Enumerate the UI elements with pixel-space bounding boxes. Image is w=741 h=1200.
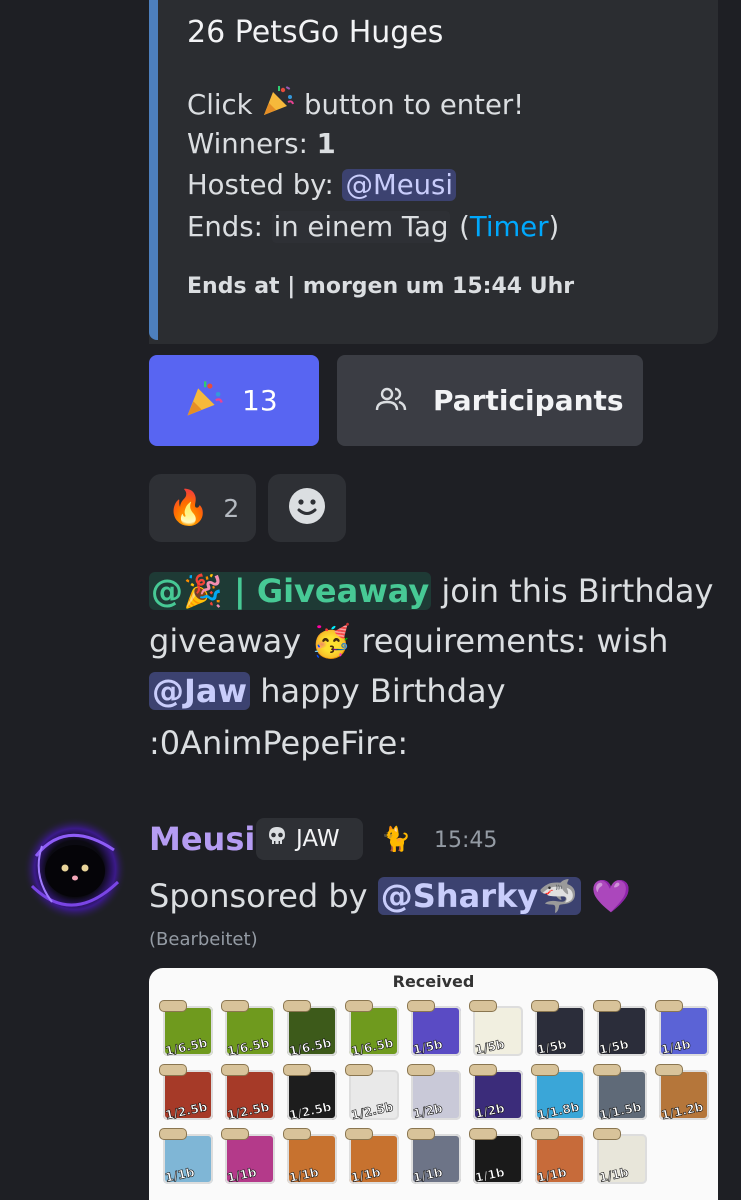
host-mention[interactable]: @Meusi <box>342 169 457 201</box>
giveaway-role-mention[interactable]: @🎉 | Giveaway <box>149 572 432 610</box>
purple-heart-emoji: 💜 <box>591 877 631 915</box>
message-line-4: :0AnimPepeFire: <box>149 724 409 762</box>
huge-badge-icon <box>531 1128 559 1140</box>
sponsored-line: Sponsored by @Sharky🦈 💜 <box>149 877 631 915</box>
huge-badge-icon <box>159 1128 187 1140</box>
sharky-mention[interactable]: @Sharky🦈 <box>377 877 581 915</box>
huge-badge-icon <box>531 1000 559 1012</box>
huge-badge-icon <box>469 1064 497 1076</box>
cat-emoji: 🐈 <box>381 825 411 853</box>
partying-face-emoji: 🥳 <box>311 622 352 660</box>
reaction-fire[interactable]: 🔥 2 <box>149 474 256 542</box>
server-tag-label: JAW <box>296 826 340 852</box>
timer-link[interactable]: Timer <box>470 211 549 243</box>
huge-badge-icon <box>469 1128 497 1140</box>
ends-label: Ends: <box>187 211 272 243</box>
fire-emoji: 🔥 <box>167 488 210 528</box>
winners-value: 1 <box>316 128 336 160</box>
embed-hosted-line: Hosted by: @Meusi <box>187 169 457 201</box>
hosted-label: Hosted by: <box>187 169 343 201</box>
huge-badge-icon <box>345 1064 373 1076</box>
message-line-1: @🎉 | Giveaway join this Birthday <box>149 572 713 610</box>
participants-button[interactable]: Participants <box>337 355 643 446</box>
embed-click-line: Click button to enter! <box>187 84 524 125</box>
embed-click-after: button to enter! <box>295 89 525 121</box>
huge-badge-icon <box>283 1000 311 1012</box>
message-line-2: giveaway 🥳 requirements: wish <box>149 622 668 660</box>
embed-winners-line: Winners: 1 <box>187 128 336 160</box>
timer-open: ( <box>450 211 470 243</box>
message-line1-rest: join this Birthday <box>431 572 714 610</box>
participants-label: Participants <box>433 384 624 417</box>
huge-badge-icon <box>593 1128 621 1140</box>
embed-accent-bar <box>149 0 158 340</box>
huge-badge-icon <box>283 1128 311 1140</box>
skull-icon <box>266 825 288 853</box>
huge-badge-icon <box>593 1000 621 1012</box>
sponsored-prefix: Sponsored by <box>149 877 378 915</box>
embed-footer: Ends at | morgen um 15:44 Uhr <box>187 274 575 299</box>
huge-badge-icon <box>221 1064 249 1076</box>
smiley-icon <box>287 486 327 530</box>
add-reaction-button[interactable] <box>268 474 346 542</box>
huge-badge-icon <box>159 1000 187 1012</box>
huge-badge-icon <box>345 1000 373 1012</box>
huge-badge-icon <box>221 1000 249 1012</box>
server-tag[interactable]: JAW <box>256 818 363 860</box>
enter-giveaway-button[interactable]: 13 <box>149 355 319 446</box>
attachment-title: Received <box>392 972 475 991</box>
message-line2-before: giveaway <box>149 622 312 660</box>
huge-badge-icon <box>655 1000 683 1012</box>
huge-badge-icon <box>221 1128 249 1140</box>
huge-badge-icon <box>407 1064 435 1076</box>
ends-value: in einem Tag <box>271 211 451 243</box>
users-icon <box>375 385 407 417</box>
embed-title: 26 PetsGo Huges <box>187 15 444 50</box>
party-popper-icon <box>261 84 295 125</box>
message-line2-after: requirements: wish <box>351 622 669 660</box>
enter-count: 13 <box>242 384 278 417</box>
huge-badge-icon <box>283 1064 311 1076</box>
huge-badge-icon <box>593 1064 621 1076</box>
huge-badge-icon <box>345 1128 373 1140</box>
message-line3-rest: happy Birthday <box>250 672 506 710</box>
huge-badge-icon <box>407 1000 435 1012</box>
author-name[interactable]: Meusi <box>149 820 255 858</box>
message-line-3: @Jaw happy Birthday <box>149 672 506 710</box>
timestamp: 15:45 <box>434 828 498 853</box>
embed-ends-line: Ends: in einem Tag (Timer) <box>187 211 559 243</box>
huge-badge-icon <box>531 1064 559 1076</box>
edited-label: (Bearbeitet) <box>149 929 258 950</box>
received-pets-image[interactable]: Received 1/6.5b 1/6.5b 1/6.5b 1/6.5b 1/5b 1/5… <box>149 968 718 1200</box>
huge-badge-icon <box>655 1064 683 1076</box>
huge-badge-icon <box>469 1000 497 1012</box>
embed-click-before: Click <box>187 89 262 121</box>
timer-close: ) <box>548 211 560 243</box>
winners-label: Winners: <box>187 128 317 160</box>
reaction-count: 2 <box>223 493 240 523</box>
huge-badge-icon <box>407 1128 435 1140</box>
huge-badge-icon <box>159 1064 187 1076</box>
party-popper-icon <box>184 379 224 423</box>
jaw-mention[interactable]: @Jaw <box>149 672 251 710</box>
avatar[interactable] <box>22 816 128 922</box>
